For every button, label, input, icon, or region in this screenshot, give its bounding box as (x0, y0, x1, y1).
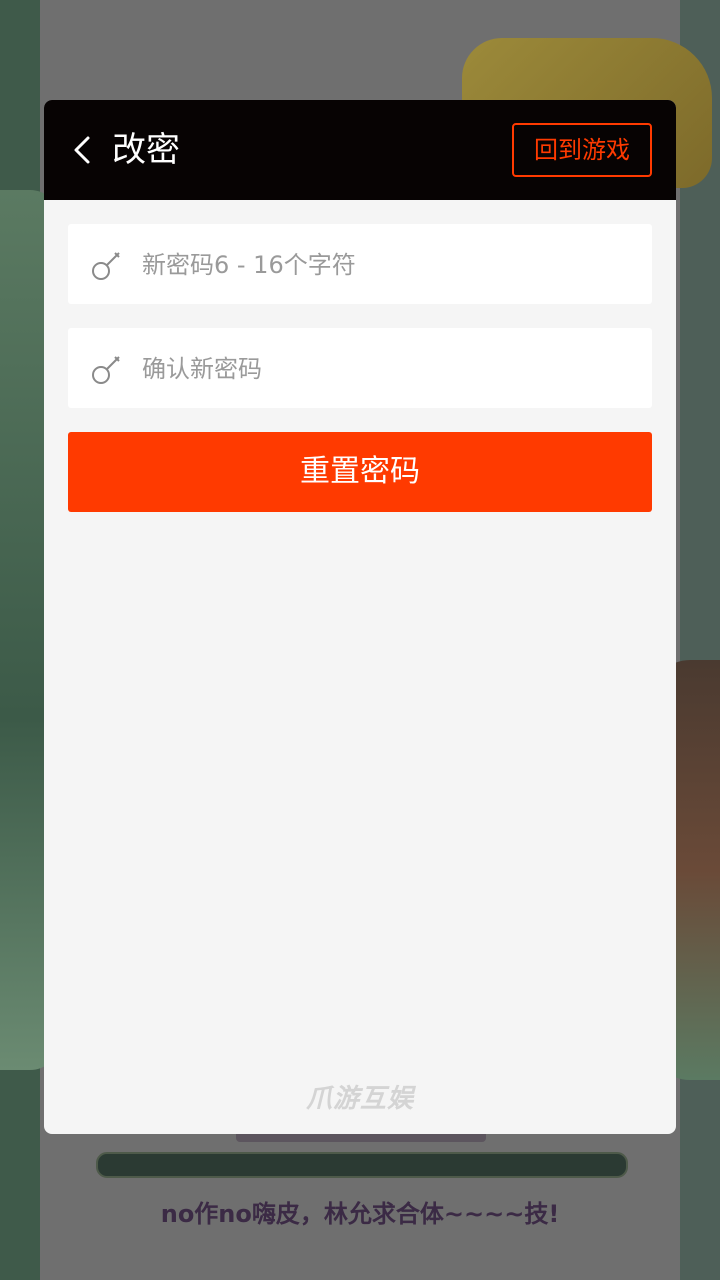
page-title: 改密 (112, 130, 180, 170)
confirm-password-field (68, 328, 652, 410)
change-password-dialog: 改密 回到游戏 重置密码 爪游互娱 (44, 100, 676, 1134)
brand-logo: 爪游互娱 (305, 1084, 414, 1114)
reset-password-button[interactable]: 重置密码 (68, 432, 652, 512)
confirm-password-input[interactable] (140, 328, 644, 410)
dialog-header: 改密 回到游戏 (44, 100, 676, 200)
new-password-input[interactable] (140, 224, 644, 306)
new-password-field (68, 224, 652, 306)
key-icon (92, 252, 120, 280)
chevron-left-icon (74, 136, 90, 164)
key-icon (92, 356, 120, 384)
return-to-game-button[interactable]: 回到游戏 (512, 123, 652, 177)
loading-bar (96, 1152, 628, 1178)
back-button[interactable] (62, 130, 102, 170)
background-caption: no作no嗨皮，林允求合体~~~~技! (160, 1200, 560, 1228)
